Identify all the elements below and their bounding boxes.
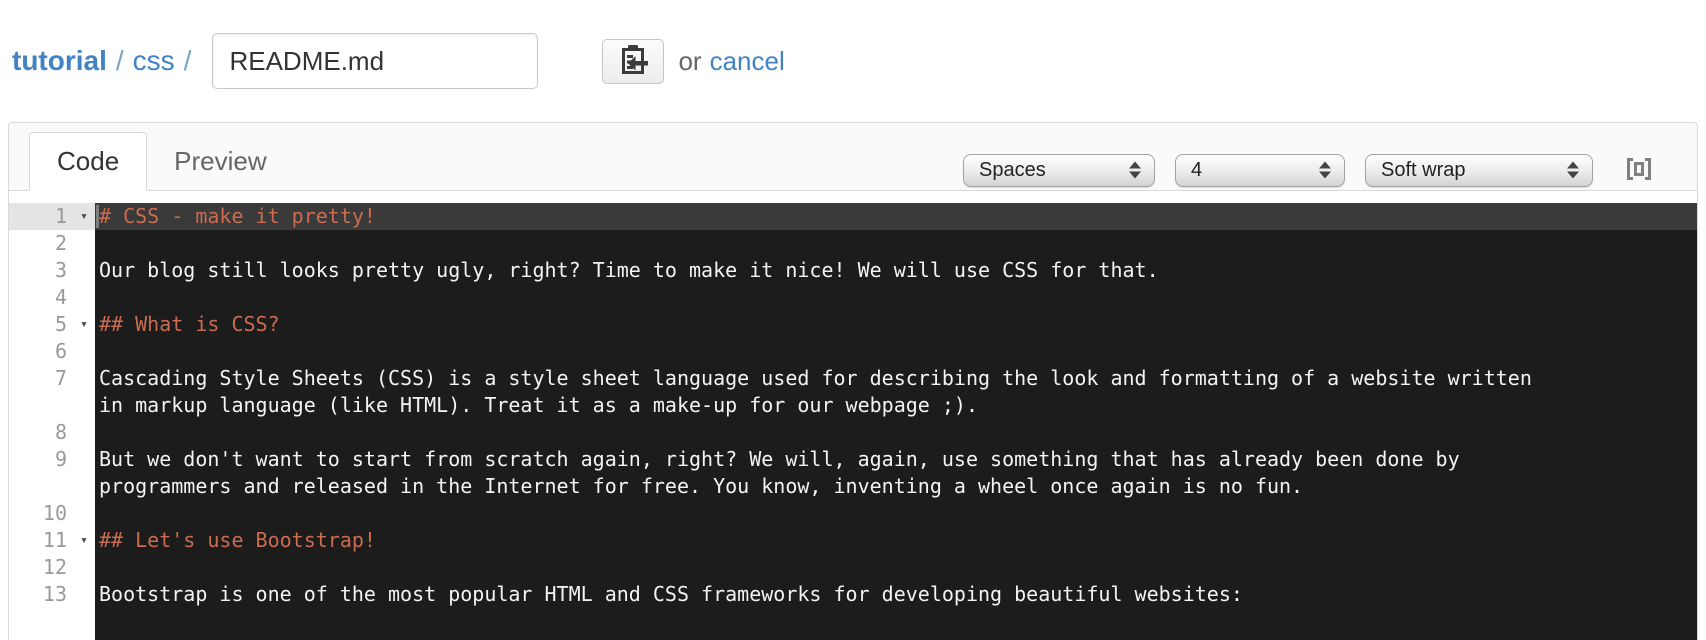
editor-controls: Spaces 4 Soft wrap [963, 153, 1697, 187]
gutter-line-number: 4 [54, 285, 67, 309]
fullscreen-button[interactable] [1625, 157, 1653, 184]
tab-code[interactable]: Code [29, 132, 148, 191]
code-line[interactable]: ## What is CSS? [99, 311, 1549, 338]
code-line[interactable] [99, 284, 1549, 311]
code-editor: 1 ▾ 2 3 4 5 ▾ 6 7 8 9 10 11 ▾ 12 13 # CSS -… [9, 191, 1697, 640]
indent-mode-value: Spaces [979, 158, 1046, 181]
indent-mode-select[interactable]: Spaces [963, 153, 1155, 187]
commit-changes-button[interactable] [602, 38, 665, 84]
fold-arrow-icon[interactable]: ▾ [80, 203, 88, 230]
text-cursor [96, 205, 99, 228]
clipboard-arrow-icon [618, 44, 649, 79]
breadcrumb-separator: / [115, 45, 124, 76]
code-line[interactable] [99, 554, 1549, 581]
gutter-line-number: 11 ▾ [42, 527, 88, 554]
breadcrumb-dir-link[interactable]: css [133, 45, 175, 77]
gutter-line-number: 5 ▾ [54, 311, 88, 338]
fold-arrow-icon[interactable]: ▾ [80, 311, 88, 338]
code-line[interactable] [99, 419, 1549, 446]
indent-width-value: 4 [1191, 158, 1203, 181]
wrap-mode-select[interactable]: Soft wrap [1365, 153, 1593, 187]
filename-input[interactable] [212, 33, 539, 89]
select-stepper-icon [1567, 161, 1579, 179]
gutter-line-number: 2 [54, 231, 67, 255]
gutter-line-number: 9 [54, 447, 67, 471]
select-stepper-icon [1129, 161, 1141, 179]
code-line[interactable]: # CSS - make it pretty! [99, 203, 1549, 230]
code-line[interactable] [99, 500, 1549, 527]
code-text-area[interactable]: # CSS - make it pretty! Our blog still l… [95, 203, 1697, 640]
code-line[interactable]: Cascading Style Sheets (CSS) is a style … [99, 365, 1549, 419]
select-stepper-icon [1319, 161, 1331, 179]
code-line[interactable] [99, 338, 1549, 365]
gutter-line-number: 3 [54, 258, 67, 282]
tab-preview[interactable]: Preview [147, 133, 293, 190]
file-path-bar: tutorial / css / or cancel [0, 0, 1706, 122]
breadcrumb-separator: / [183, 45, 192, 76]
code-line[interactable] [99, 230, 1549, 257]
gutter-line-number: 1 ▾ [9, 203, 95, 230]
file-editor-panel: Code Preview Spaces 4 Soft wrap 1 ▾ 2 3 … [8, 122, 1698, 640]
gutter-line-number: 8 [54, 420, 67, 444]
code-line[interactable]: ## Let's use Bootstrap! [99, 527, 1549, 554]
or-text: or [678, 45, 702, 76]
gutter-line-number: 12 [42, 555, 67, 579]
code-line[interactable]: Our blog still looks pretty ugly, right?… [99, 257, 1549, 284]
breadcrumb-repo-link[interactable]: tutorial [12, 45, 107, 77]
gutter-line-number: 7 [54, 366, 67, 390]
indent-width-select[interactable]: 4 [1175, 153, 1345, 187]
code-line[interactable]: Bootstrap is one of the most popular HTM… [99, 581, 1549, 608]
breadcrumb: tutorial / css / [12, 45, 200, 77]
wrap-mode-value: Soft wrap [1381, 158, 1466, 181]
gutter-line-number: 6 [54, 339, 67, 363]
screen-full-icon [1625, 157, 1653, 184]
gutter-line-number: 10 [42, 501, 67, 525]
cancel-link[interactable]: cancel [710, 46, 785, 77]
fold-arrow-icon[interactable]: ▾ [80, 527, 88, 554]
editor-header: Code Preview Spaces 4 Soft wrap [9, 123, 1697, 191]
editor-tabs: Code Preview [9, 123, 294, 191]
editor-gutter: 1 ▾ 2 3 4 5 ▾ 6 7 8 9 10 11 ▾ 12 13 [9, 203, 95, 640]
gutter-line-number: 13 [42, 582, 67, 606]
code-line[interactable]: But we don't want to start from scratch … [99, 446, 1549, 500]
